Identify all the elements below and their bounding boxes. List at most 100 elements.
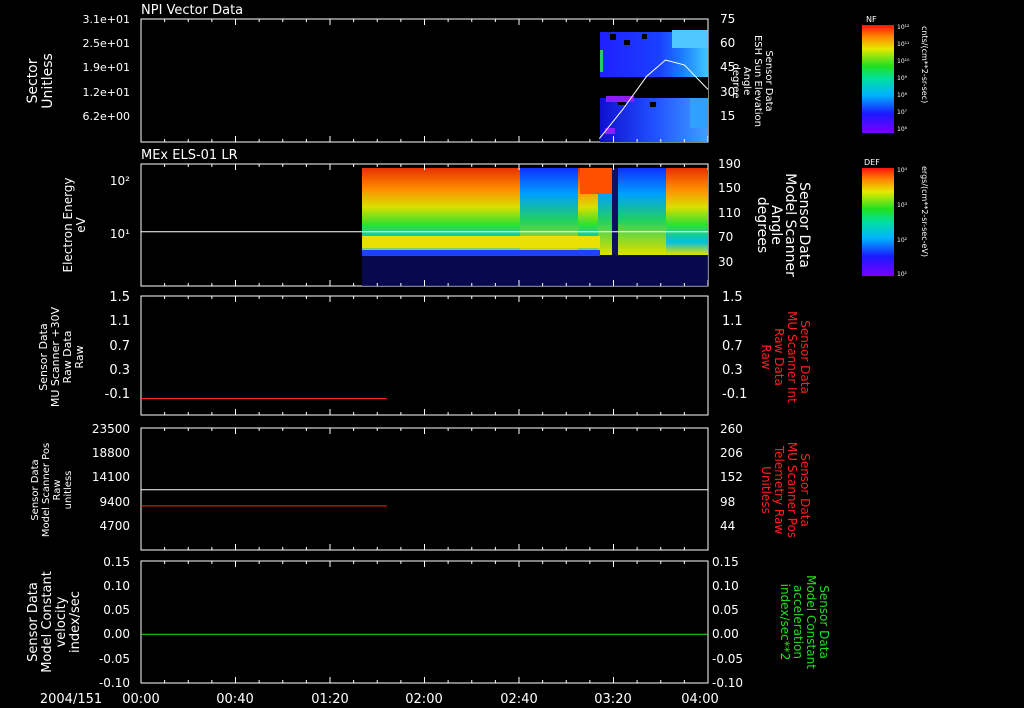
- panel-3-right-axis: 1.5 1.1 0.7 0.3 -0.1: [722, 290, 747, 402]
- p3-rlabel-line: MU Scanner Int: [785, 311, 799, 403]
- p3-ylabel-line: Raw: [73, 345, 86, 368]
- p3-ytick-right: 0.7: [722, 339, 743, 354]
- panel-4-left-axis: 23500 18800 14100 9400 4700: [92, 422, 130, 533]
- p2-ytick-right: 110: [718, 206, 741, 220]
- p5-ytick-left: -0.10: [99, 676, 130, 690]
- panel-3-left-axis: 1.5 1.1 0.7 0.3 -0.1: [105, 290, 130, 402]
- p3-ytick-right: -0.1: [722, 387, 747, 402]
- npi-dark-cell: [650, 102, 656, 107]
- cb2-tick: 10¹: [897, 271, 908, 278]
- p4-ylabel-line: Sensor Data: [30, 459, 41, 520]
- panel-4-right-axis: 260 206 152 98 44: [720, 422, 743, 533]
- p4-ytick-right: 98: [720, 495, 735, 509]
- panel-1-right-label: Sensor Data ESH Sun Elevation Angle degr…: [730, 35, 774, 127]
- cb2-tick: 10⁴: [897, 167, 908, 174]
- panel-1-heatmap: [600, 30, 708, 142]
- p1-rlabel-line: ESH Sun Elevation: [752, 35, 763, 127]
- panel-5-left-label: Sensor Data Model Constant velocity inde…: [26, 571, 83, 673]
- x-tick-label: 02:40: [500, 692, 537, 707]
- p1-rlabel-line: Sensor Data: [763, 50, 774, 111]
- p1-ylabel-line: Unitless: [40, 53, 56, 109]
- panel-2-right-label: Sensor Data Model Scanner Angle degrees: [754, 173, 812, 277]
- x-tick-label: 00:00: [122, 692, 159, 707]
- p5-ytick-left: 0.15: [103, 555, 130, 569]
- p5-ytick-right: -0.05: [712, 652, 743, 666]
- npi-dark-cell: [624, 40, 630, 45]
- p5-ylabel-line: index/sec: [68, 591, 83, 653]
- p3-rlabel-line: Sensor Data: [798, 320, 812, 394]
- p3-ytick-left: 0.3: [109, 363, 130, 378]
- p5-ytick-left: 0.00: [103, 627, 130, 641]
- x-tick-label: 00:40: [216, 692, 253, 707]
- p4-rlabel-line: MU Scanner Pos: [785, 442, 799, 538]
- p5-ytick-left: 0.05: [103, 603, 130, 617]
- p1-rlabel-line: Angle: [741, 67, 752, 95]
- p4-rlabel-line: Sensor Data: [798, 453, 812, 527]
- panel-5-frame: [140, 560, 709, 684]
- p3-ytick-left: 1.1: [109, 314, 130, 329]
- p5-ytick-left: -0.05: [99, 652, 130, 666]
- cb1-tick: 10¹¹: [897, 41, 910, 48]
- p1-ytick-left: 6.2e+00: [83, 110, 130, 123]
- panel-4-frame: [140, 427, 709, 551]
- npi-bright-patch: [672, 30, 708, 48]
- p1-ytick-left: 1.2e+01: [83, 86, 130, 99]
- x-tick-label: 04:00: [681, 692, 718, 707]
- p3-ytick-right: 1.5: [722, 290, 743, 305]
- date-label: 2004/151: [40, 692, 102, 707]
- x-tick-label: 01:20: [311, 692, 348, 707]
- cb1-tick: 10⁹: [897, 75, 908, 82]
- panel-5-right-axis: 0.15 0.10 0.05 0.00 -0.05 -0.10: [712, 555, 743, 690]
- els-hot-patch: [580, 168, 612, 194]
- cb1-label: NF: [866, 15, 877, 24]
- cb1-tick: 10⁷: [897, 109, 908, 116]
- npi-gap: [600, 77, 708, 98]
- npi-edge-strip: [600, 50, 603, 72]
- p5-rlabel-line: Model Constant: [804, 575, 818, 669]
- p4-rlabel-line: Unitless: [759, 466, 773, 514]
- cb1-tick: 10⁶: [897, 126, 908, 133]
- p3-rlabel-line: Raw Data: [772, 328, 786, 386]
- p4-ylabel-line: unitless: [63, 471, 74, 510]
- p4-ylabel-line: Raw: [52, 479, 63, 500]
- npi-dark-cell: [610, 34, 616, 40]
- npi-bright-patch-2: [690, 98, 708, 128]
- els-yellow-band: [362, 236, 600, 248]
- panel-5-right-label: Sensor Data Model Constant acceleration …: [778, 575, 831, 669]
- stacked-time-series-plot: NPI Vector Data 3.1e+01 2.5e+01 1.9e+01 …: [25, 3, 929, 707]
- npi-dark-cell: [642, 34, 647, 39]
- p2-ytick-right: 190: [718, 157, 741, 171]
- panel-1-left-label: Sector Unitless: [25, 53, 56, 109]
- p2-ytick-right: 150: [718, 181, 741, 195]
- panel-4-left-label: Sensor Data Model Scanner Pos Raw unitle…: [30, 443, 74, 537]
- panel-2-title: MEx ELS-01 LR: [141, 148, 238, 163]
- cb2-unit: ergs/(cm**2-sr-sec-eV): [920, 166, 929, 257]
- p5-ylabel-line: Sensor Data: [26, 582, 41, 662]
- els-dark-gap: [612, 168, 618, 255]
- p1-ytick-right: 60: [720, 36, 735, 50]
- p4-rlabel-line: Telemetry Raw: [772, 445, 786, 534]
- p5-ytick-left: 0.10: [103, 579, 130, 593]
- p2-ylabel-line: eV: [74, 216, 88, 232]
- panel-4-right-label: Sensor Data MU Scanner Pos Telemetry Raw…: [759, 442, 812, 538]
- p5-rlabel-line: index/sec**2: [778, 584, 792, 661]
- panel-2-right-axis: 190 150 110 70 30: [718, 157, 741, 269]
- p4-ytick-left: 18800: [92, 446, 130, 460]
- cb2-label: DEF: [864, 158, 880, 167]
- cb1-gradient: [862, 25, 894, 133]
- panel-2-colorbar: DEF 10⁴ 10³ 10² 10¹ ergs/(cm**2-sr-sec-e…: [862, 158, 929, 278]
- p1-rlabel-line: degree: [730, 63, 741, 98]
- panel-5-left-axis: 0.15 0.10 0.05 0.00 -0.05 -0.10: [99, 555, 130, 690]
- p1-ylabel-line: Sector: [25, 58, 41, 103]
- p1-ytick-right: 15: [720, 109, 735, 123]
- p3-ytick-left: 1.5: [109, 290, 130, 305]
- p2-ytick-left: 10¹: [110, 227, 130, 241]
- panel-3-left-label: Sensor Data MU Scanner +30V Raw Data Raw: [37, 306, 86, 407]
- p1-ytick-right: 75: [720, 12, 735, 26]
- p2-ylabel-line: Electron Energy: [61, 177, 75, 272]
- panel-2-left-axis: 10² 10¹: [110, 174, 130, 241]
- cb1-unit: cnts/(cm**2-sr-sec): [920, 26, 929, 103]
- panel-2-left-label: Electron Energy eV: [61, 177, 88, 272]
- time-axis: 2004/151 00:00 00:40 01:20 02:00 02:40 0…: [40, 692, 719, 707]
- p3-ytick-right: 1.1: [722, 314, 743, 329]
